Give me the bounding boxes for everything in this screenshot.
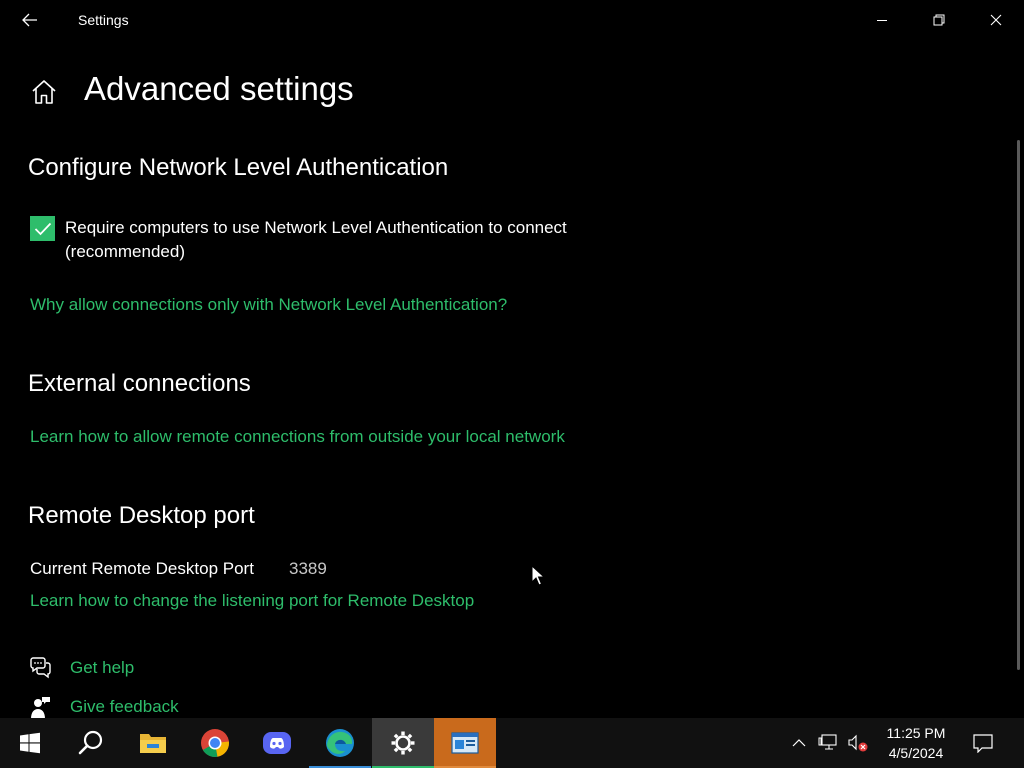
clock-date: 4/5/2024	[888, 745, 944, 761]
restore-button[interactable]	[910, 0, 967, 40]
page-title: Advanced settings	[84, 70, 354, 107]
settings-gear-icon	[391, 731, 415, 755]
checkmark-icon	[34, 222, 51, 235]
mouse-cursor-icon	[531, 564, 546, 587]
external-connections-link[interactable]: Learn how to allow remote connections fr…	[30, 427, 565, 447]
taskbar-chrome[interactable]	[184, 718, 246, 768]
minimize-button[interactable]	[853, 0, 910, 40]
port-value: 3389	[289, 559, 327, 578]
taskbar: 11:25 PM 4/5/2024	[0, 718, 1024, 768]
taskbar-clock[interactable]: 11:25 PM 4/5/2024	[872, 718, 960, 768]
give-feedback-row[interactable]: Give feedback	[28, 695, 228, 719]
settings-window: Settings Advanced settings Configure Net…	[0, 0, 1024, 719]
show-hidden-icons-button[interactable]	[786, 718, 812, 768]
chrome-icon	[201, 729, 229, 758]
nla-section-title: Configure Network Level Authentication	[28, 154, 449, 181]
home-icon[interactable]	[30, 78, 58, 106]
chat-help-icon	[28, 656, 52, 680]
network-icon	[818, 734, 837, 750]
search-icon	[78, 730, 103, 755]
back-arrow-icon	[22, 13, 37, 27]
taskbar-file-explorer[interactable]	[122, 718, 184, 768]
taskbar-settings[interactable]	[372, 718, 434, 768]
close-button[interactable]	[967, 0, 1024, 40]
feedback-person-icon	[28, 695, 52, 719]
title-bar: Settings	[0, 0, 1024, 40]
start-button[interactable]	[0, 718, 60, 768]
taskbar-search-button[interactable]	[60, 718, 122, 768]
minimize-icon	[876, 20, 887, 21]
windows-start-icon	[20, 732, 40, 754]
remote-desktop-icon	[451, 732, 479, 754]
chevron-up-icon	[792, 739, 806, 747]
volume-tray-button[interactable]	[844, 718, 872, 768]
network-tray-button[interactable]	[814, 718, 842, 768]
change-port-link[interactable]: Learn how to change the listening port f…	[30, 591, 474, 611]
taskbar-remote-desktop[interactable]	[434, 718, 496, 768]
get-help-link[interactable]: Get help	[70, 658, 134, 678]
get-help-row[interactable]: Get help	[28, 656, 228, 684]
port-label: Current Remote Desktop Port	[30, 559, 254, 578]
file-explorer-icon	[140, 734, 166, 753]
volume-muted-icon	[848, 734, 868, 752]
clock-time: 11:25 PM	[886, 725, 946, 741]
edge-icon	[326, 729, 354, 757]
close-icon	[990, 14, 1001, 26]
remote-desktop-port-title: Remote Desktop port	[28, 502, 255, 529]
taskbar-edge[interactable]	[309, 718, 371, 768]
app-title: Settings	[78, 12, 129, 28]
discord-icon	[263, 732, 291, 754]
external-connections-title: External connections	[28, 370, 251, 397]
restore-icon	[933, 14, 944, 26]
nla-checkbox[interactable]	[30, 216, 55, 241]
nla-info-link[interactable]: Why allow connections only with Network …	[30, 295, 507, 315]
back-button[interactable]	[8, 0, 52, 40]
give-feedback-link[interactable]: Give feedback	[70, 697, 179, 717]
taskbar-discord[interactable]	[246, 718, 308, 768]
scrollbar[interactable]	[1017, 140, 1020, 670]
nla-checkbox-label[interactable]: Require computers to use Network Level A…	[65, 216, 625, 264]
notification-icon	[973, 734, 993, 753]
action-center-button[interactable]	[960, 718, 1006, 768]
